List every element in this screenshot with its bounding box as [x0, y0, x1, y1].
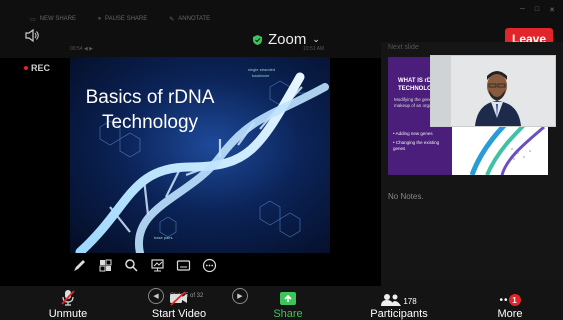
share-label: Share — [273, 308, 303, 320]
unmute-label: Unmute — [48, 308, 88, 320]
slide-small-label: backbone — [252, 73, 270, 78]
annotate-item[interactable]: ✎ ANNOTATE — [169, 12, 210, 26]
start-video-label: Start Video — [151, 308, 207, 320]
select-icon[interactable] — [98, 258, 113, 273]
close-icon[interactable]: ✕ — [549, 6, 555, 14]
share-button[interactable]: Share — [266, 288, 310, 320]
subtitle-icon[interactable] — [176, 258, 191, 273]
slide-small-label: base pairs — [154, 235, 173, 240]
new-share-item[interactable]: ▭ NEW SHARE — [30, 12, 76, 26]
more-button[interactable]: •• 1 More — [490, 288, 530, 320]
slide-title-line1: Basics of rDNA — [85, 87, 215, 108]
board-icon[interactable] — [150, 258, 165, 273]
annotation-toolbar — [72, 258, 217, 273]
minimize-icon[interactable]: ─ — [520, 6, 525, 14]
share-screen-icon: ▭ — [30, 16, 36, 23]
presenter-image — [431, 56, 555, 126]
shield-icon — [253, 34, 262, 45]
next-slide-bullets: • Adding new genes • Changing the existi… — [393, 131, 451, 155]
participants-count: 178 — [403, 297, 417, 306]
more-label: More — [497, 308, 523, 320]
pen-icon[interactable] — [72, 258, 87, 273]
notification-badge: 1 — [508, 294, 521, 306]
clock: 10:51 AM — [303, 46, 325, 52]
chevron-right-icon: ▶ — [237, 293, 243, 300]
slide-small-label: single stranded — [248, 67, 276, 72]
pause-icon: ⏸ — [98, 15, 102, 22]
window-controls: ─ □ ✕ — [520, 6, 555, 14]
rec-label: REC — [31, 63, 51, 73]
maximize-icon[interactable]: □ — [535, 6, 539, 14]
notes-text: No Notes. — [388, 192, 424, 201]
participants-button[interactable]: 178 Participants — [366, 288, 432, 320]
slide-timer: 00:54 ◀ ▶ — [70, 46, 93, 52]
pause-share-item[interactable]: ⏸ PAUSE SHARE — [98, 12, 147, 26]
next-slide-button[interactable]: ▶ — [232, 288, 248, 304]
recording-indicator: REC — [24, 63, 50, 73]
microphone-muted-icon — [61, 290, 75, 306]
speaker-icon[interactable] — [25, 29, 39, 42]
video-off-icon — [170, 291, 187, 306]
share-toolbar: ▭ NEW SHARE ⏸ PAUSE SHARE ✎ ANNOTATE — [30, 12, 210, 26]
zoom-title-text: Zoom — [268, 31, 307, 48]
slide-title-line2: Technology — [101, 112, 199, 133]
next-slide-label: Next slide — [388, 44, 419, 51]
more-icon[interactable] — [202, 258, 217, 273]
more-dots-icon: •• — [499, 295, 509, 306]
shared-slide: Basics of rDNA Technology single strande… — [70, 57, 330, 253]
pen-icon: ✎ — [169, 16, 175, 23]
rec-dot-icon — [24, 66, 28, 70]
bullet-item: • Changing the existing genes — [393, 140, 440, 151]
presenter-video[interactable] — [430, 55, 556, 127]
zoom-icon[interactable] — [124, 258, 139, 273]
slide-title: Basics of rDNA Technology — [70, 85, 230, 135]
participants-icon — [381, 294, 402, 306]
chevron-down-icon: ⌄ — [312, 34, 320, 44]
bullet-item: • Adding new genes — [393, 131, 433, 136]
share-screen-icon — [280, 292, 296, 305]
start-video-button[interactable]: Start Video — [146, 288, 212, 320]
participants-label: Participants — [370, 308, 428, 320]
unmute-button[interactable]: Unmute — [44, 288, 92, 320]
